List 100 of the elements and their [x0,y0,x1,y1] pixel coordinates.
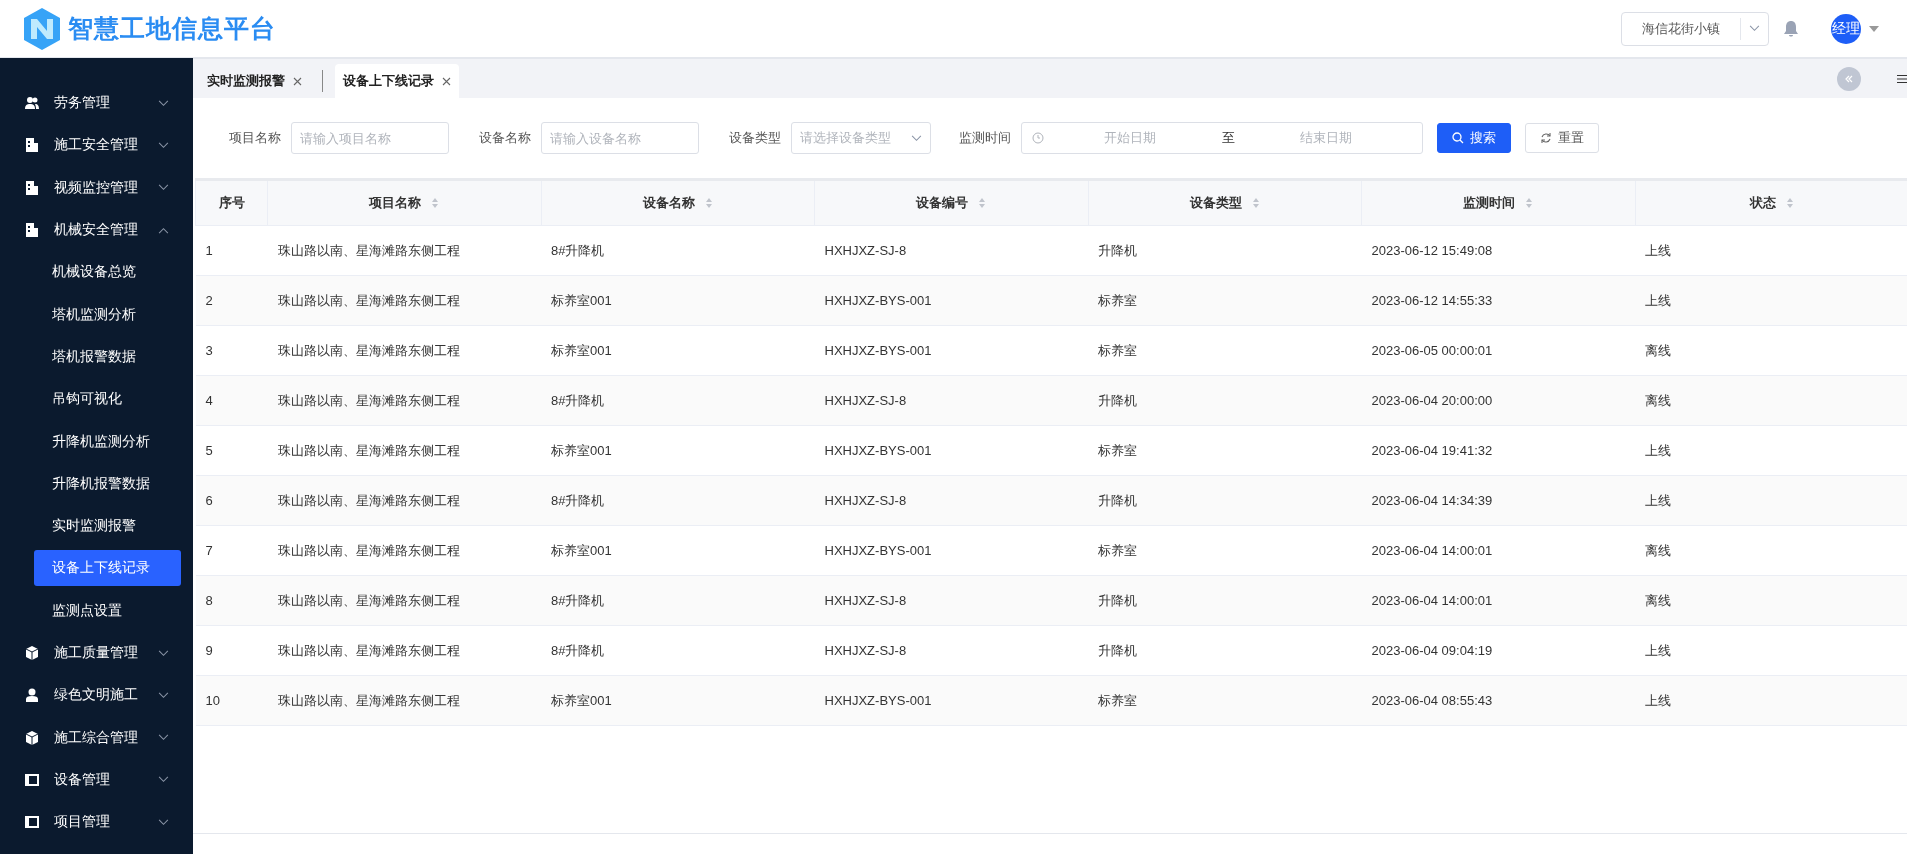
sort-icon[interactable] [704,197,713,209]
close-icon[interactable] [442,76,451,86]
refresh-icon [1540,132,1552,144]
chevron-down-icon [158,184,169,192]
menu-item[interactable]: 设备管理 [0,758,193,802]
date-range-field[interactable]: 开始日期 至 结束日期 [1021,122,1423,154]
search-icon [1452,132,1464,144]
table-cell: 标养室001 [541,525,815,576]
input-field[interactable]: 请输入项目名称 [291,122,449,154]
table-cell: HXHJXZ-SJ-8 [814,375,1088,426]
column-header: 设备类型 [1189,194,1242,212]
submenu-item[interactable]: 塔机报警数据 [34,338,181,375]
menu-item[interactable]: 施工质量管理 [0,631,193,675]
chevron-down-icon [158,691,169,699]
chevron-down-icon [158,99,169,107]
menu-item[interactable]: 施工安全管理 [0,124,193,167]
submenu-item[interactable]: 塔机监测分析 [34,296,181,333]
menu-item[interactable]: 项目管理 [0,801,193,844]
table-cell: HXHJXZ-BYS-001 [814,675,1088,726]
user-avatar[interactable]: 经理 [1831,13,1861,44]
sort-icon[interactable] [1525,197,1534,209]
table-cell: 上线 [1635,425,1907,476]
menu-item[interactable]: 绿色文明施工 [0,674,193,717]
table-cell: 标养室 [1088,325,1362,376]
reset-button[interactable]: 重置 [1525,123,1599,153]
table-cell: 10 [195,675,268,726]
sort-icon[interactable] [431,197,440,209]
menu-item[interactable]: 机械安全管理 [0,208,193,252]
table-cell: 2023-06-04 14:00:01 [1361,525,1635,576]
table-cell: HXHJXZ-BYS-001 [814,525,1088,576]
submenu-item[interactable]: 机械设备总览 [34,254,181,291]
cube-icon [24,729,40,746]
chevron-down-icon [158,776,169,784]
input-field[interactable]: 请输入设备名称 [541,122,699,154]
column-header: 设备编号 [916,194,969,212]
table-cell: 珠山路以南、星海滩路东侧工程 [267,625,541,676]
chevron-down-icon [158,734,169,742]
collapse-button[interactable] [1837,66,1861,91]
table-cell: 2023-06-04 20:00:00 [1361,375,1635,426]
submenu-item[interactable]: 监测点设置 [34,592,181,629]
table-cell: 2023-06-04 14:34:39 [1361,475,1635,526]
table-cell: 离线 [1635,525,1907,576]
submenu-item[interactable]: 设备上下线记录 [34,550,181,587]
tab[interactable]: 设备上下线记录 [335,64,459,98]
table-cell: 2023-06-04 19:41:32 [1361,425,1635,476]
menu-icon[interactable] [1897,73,1907,84]
table-cell: HXHJXZ-SJ-8 [814,625,1088,676]
search-button[interactable]: 搜索 [1437,123,1511,153]
caret-icon[interactable] [1869,25,1879,32]
sort-icon[interactable] [978,197,987,209]
table-cell: 8#升降机 [541,575,815,626]
people-icon [24,95,40,112]
table-cell: 上线 [1635,275,1907,326]
sort-icon[interactable] [1251,197,1260,209]
building-icon [24,137,40,154]
table-cell: 标养室001 [541,275,815,326]
app-title: 智慧工地信息平台 [68,13,276,44]
table-cell: 8#升降机 [541,625,815,676]
board-icon [24,814,40,831]
table-cell: 6 [195,475,268,526]
table-cell: 标养室 [1088,675,1362,726]
table-cell: 标养室001 [541,325,815,376]
menu-item[interactable]: 施工综合管理 [0,716,193,759]
table-cell: 4 [195,375,268,426]
chevron-up-icon [158,226,169,234]
table-cell: 珠山路以南、星海滩路东侧工程 [267,425,541,476]
building-icon [24,222,40,239]
table-cell: 上线 [1635,625,1907,676]
table-cell: 离线 [1635,375,1907,426]
table-cell: 2023-06-12 15:49:08 [1361,225,1635,276]
table-cell: 2023-06-04 09:04:19 [1361,625,1635,676]
table-cell: 标养室001 [541,675,815,726]
table-cell: 珠山路以南、星海滩路东侧工程 [267,475,541,526]
tab[interactable]: 实时监测报警 [199,64,310,98]
menu-item[interactable]: 劳务管理 [0,82,193,125]
table-cell: 珠山路以南、星海滩路东侧工程 [267,325,541,376]
project-select[interactable]: 海信花街小镇 [1621,11,1769,46]
menu-item[interactable]: 视频监控管理 [0,166,193,209]
table-cell: 升降机 [1088,375,1362,426]
submenu-item[interactable]: 实时监测报警 [34,508,181,545]
bell-icon[interactable] [1783,19,1799,38]
table-cell: 上线 [1635,675,1907,726]
table-cell: HXHJXZ-BYS-001 [814,275,1088,326]
table-cell: 1 [195,225,268,276]
submenu-item[interactable]: 升降机报警数据 [34,465,181,502]
table-cell: 升降机 [1088,575,1362,626]
table-cell: 8#升降机 [541,475,815,526]
submenu-item[interactable]: 吊钩可视化 [34,381,181,418]
close-icon[interactable] [293,76,302,86]
submenu-item[interactable]: 升降机监测分析 [34,423,181,460]
column-header: 序号 [218,194,245,212]
table-cell: 2023-06-12 14:55:33 [1361,275,1635,326]
table-cell: 离线 [1635,325,1907,376]
table-cell: 2023-06-05 00:00:01 [1361,325,1635,376]
table-cell: 9 [195,625,268,676]
table-cell: 升降机 [1088,225,1362,276]
cube-icon [24,645,40,661]
table-cell: HXHJXZ-SJ-8 [814,225,1088,276]
clock-icon [1032,132,1044,144]
sort-icon[interactable] [1785,197,1794,209]
